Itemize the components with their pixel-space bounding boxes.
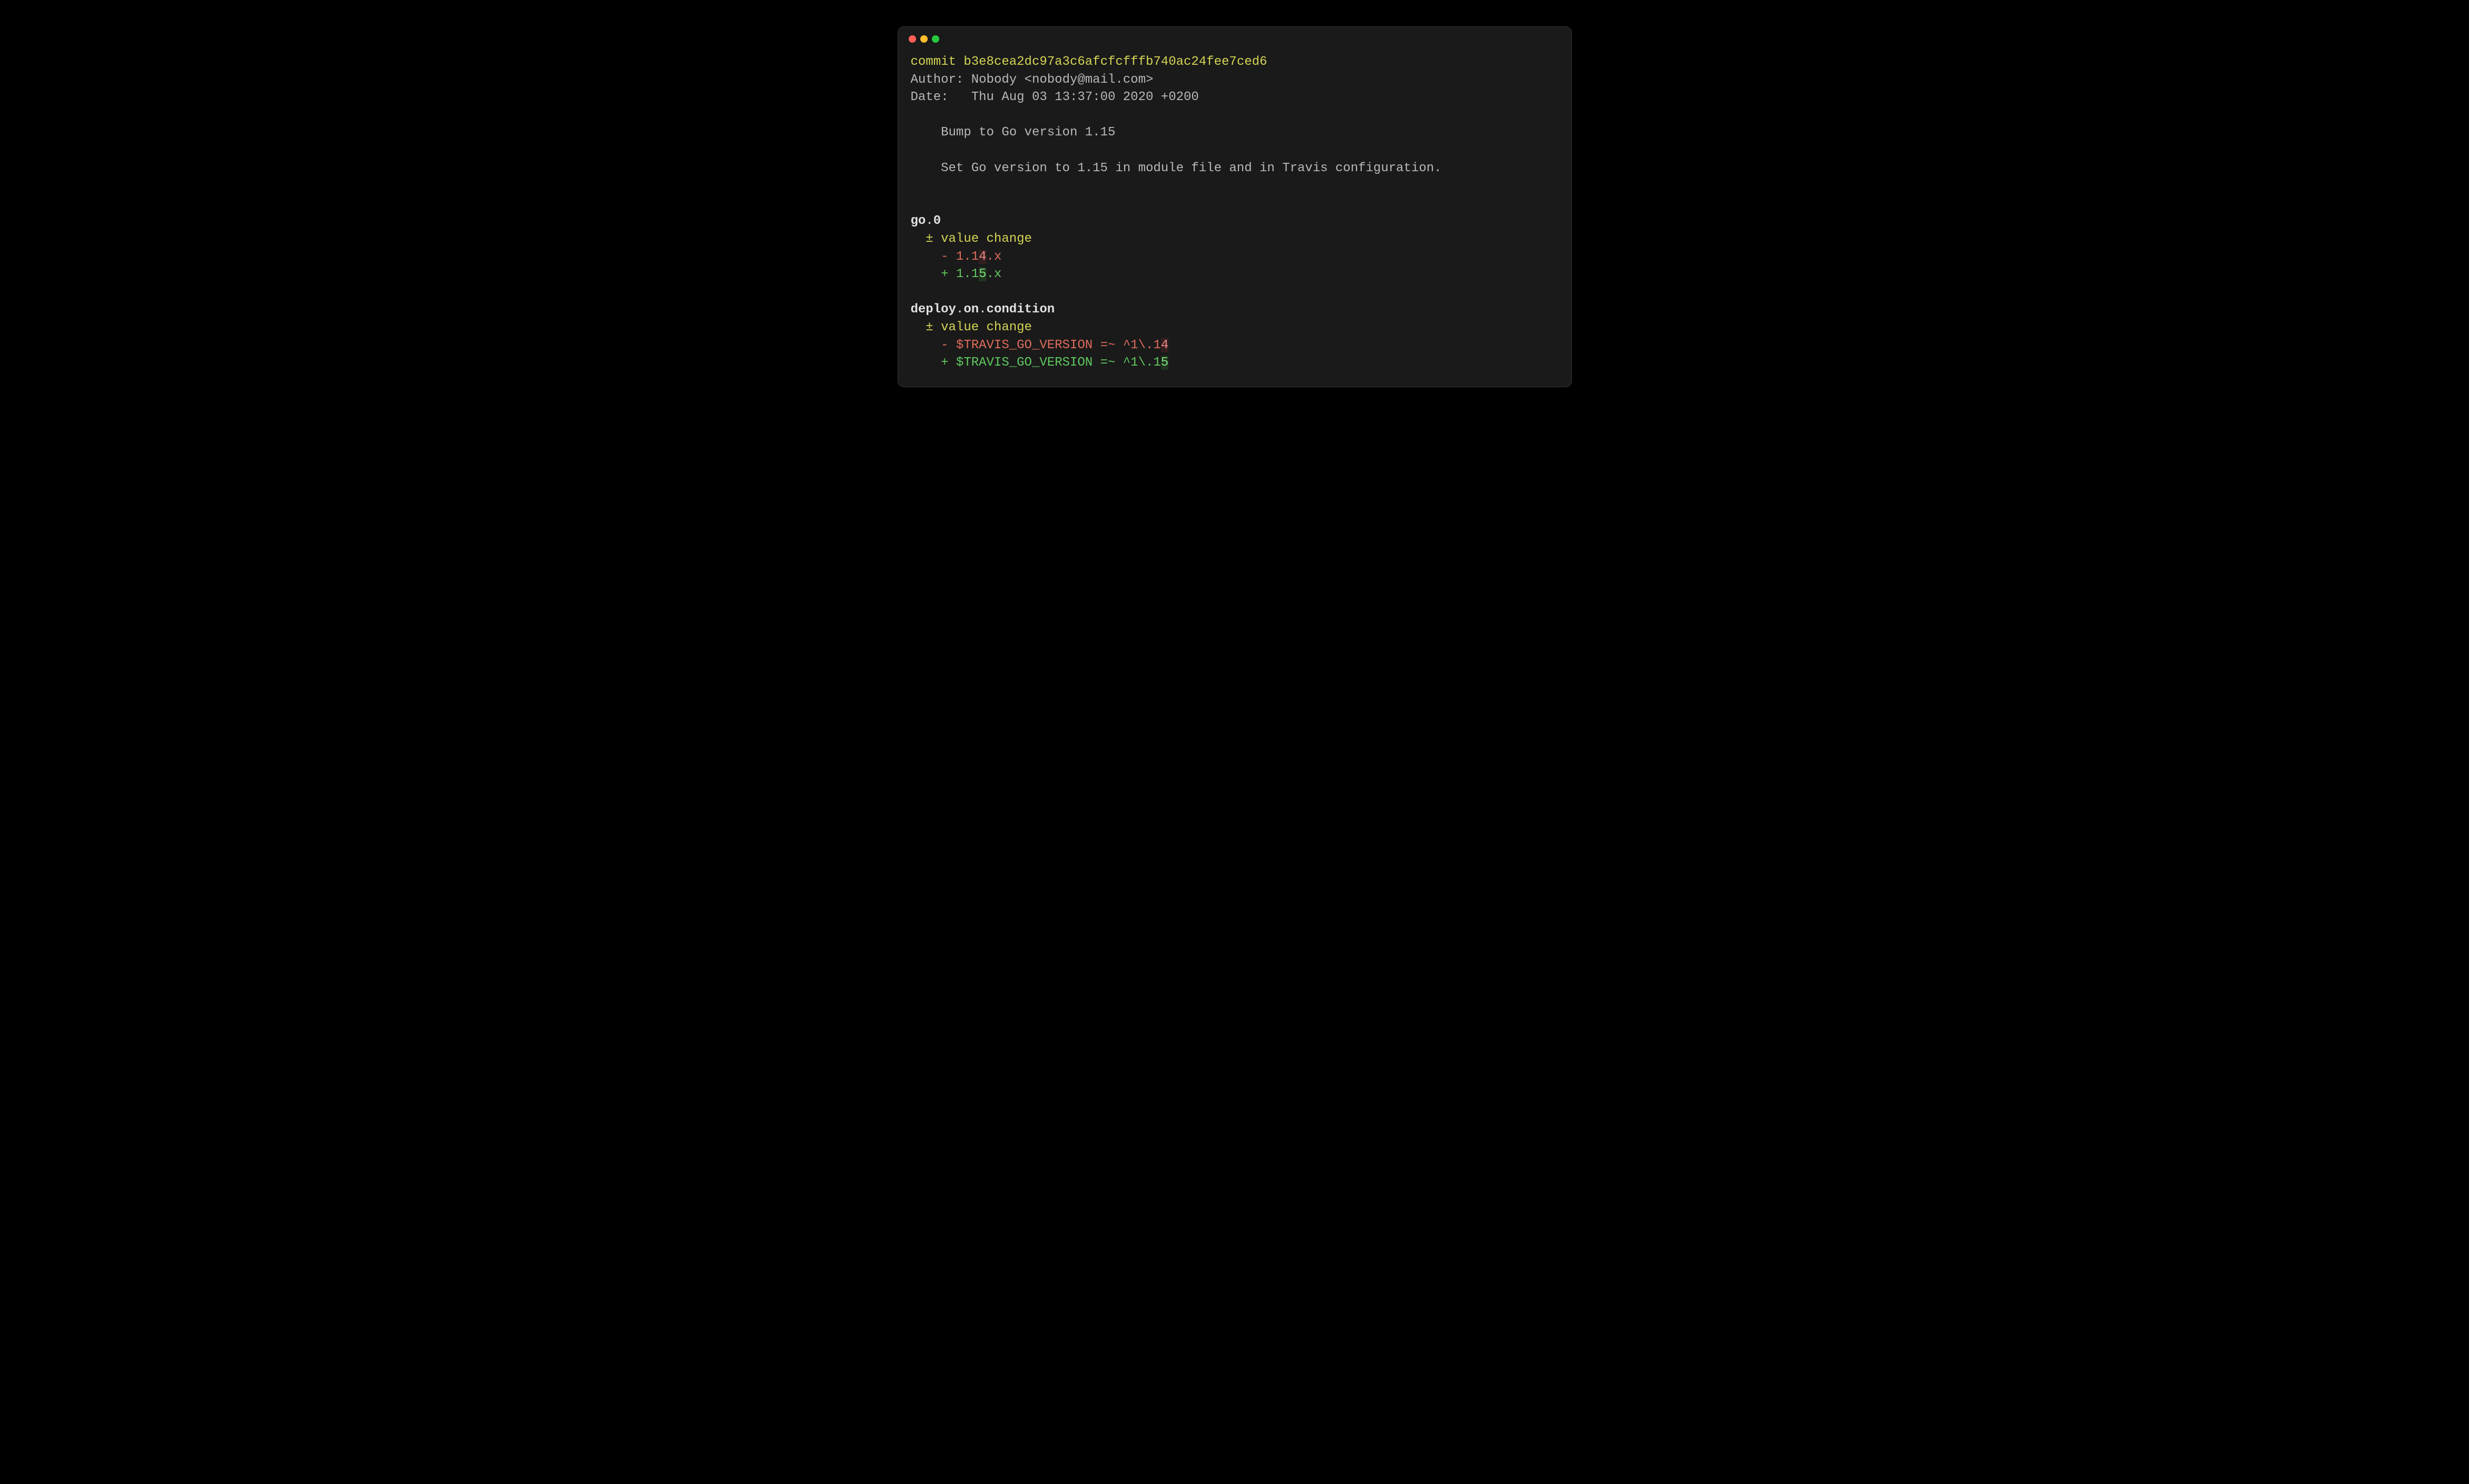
plus-icon: + <box>941 356 948 370</box>
blank-line <box>911 195 1559 213</box>
path-segment: go <box>911 214 926 228</box>
commit-label: commit <box>911 55 956 69</box>
change-marker: ± <box>926 320 933 335</box>
path-segment: 0 <box>933 214 941 228</box>
titlebar <box>898 27 1571 47</box>
blank-line <box>911 283 1559 301</box>
author-line: Author: Nobody <nobody@mail.com> <box>911 71 1559 89</box>
diff-added-suffix: .x <box>987 267 1002 281</box>
minus-icon: - <box>941 250 948 264</box>
terminal-content: commit b3e8cea2dc97a3c6afcfcfffb740ac24f… <box>898 47 1571 387</box>
change-type: ± value change <box>911 230 1559 248</box>
diff-added-line: + $TRAVIS_GO_VERSION =~ ^1\.15 <box>911 354 1559 372</box>
author-label: Author: <box>911 73 964 87</box>
path-segment: on <box>963 302 979 317</box>
diff-path: go.0 <box>911 212 1559 230</box>
diff-removed-line: - $TRAVIS_GO_VERSION =~ ^1\.14 <box>911 337 1559 355</box>
path-separator: . <box>979 302 986 317</box>
commit-body: Set Go version to 1.15 in module file an… <box>911 160 1559 178</box>
path-separator: . <box>956 302 963 317</box>
diff-removed-changed: 4 <box>979 250 986 264</box>
diff-added-prefix: $TRAVIS_GO_VERSION =~ ^1\.1 <box>956 356 1161 370</box>
change-marker: ± <box>926 232 933 246</box>
diff-added-prefix: 1.1 <box>956 267 979 281</box>
commit-hash-line: commit b3e8cea2dc97a3c6afcfcfffb740ac24f… <box>911 53 1559 71</box>
date-value: Thu Aug 03 13:37:00 2020 +0200 <box>971 90 1199 104</box>
author-value: Nobody <nobody@mail.com> <box>971 73 1154 87</box>
diff-added-changed: 5 <box>1161 356 1168 370</box>
commit-subject: Bump to Go version 1.15 <box>911 124 1559 142</box>
diff-added-line: + 1.15.x <box>911 266 1559 283</box>
close-icon[interactable] <box>909 35 916 43</box>
diff-removed-line: - 1.14.x <box>911 248 1559 266</box>
minimize-icon[interactable] <box>920 35 928 43</box>
change-label-text: value change <box>941 320 1032 335</box>
path-segment: deploy <box>911 302 956 317</box>
diff-removed-prefix: $TRAVIS_GO_VERSION =~ ^1\.1 <box>956 338 1161 352</box>
diff-removed-suffix: .x <box>987 250 1002 264</box>
diff-path: deploy.on.condition <box>911 301 1559 319</box>
diff-removed-prefix: 1.1 <box>956 250 979 264</box>
path-segment: condition <box>987 302 1055 317</box>
path-separator: . <box>926 214 933 228</box>
diff-added-changed: 5 <box>979 267 986 281</box>
blank-line <box>911 177 1559 195</box>
minus-icon: - <box>941 338 948 352</box>
blank-line <box>911 142 1559 160</box>
commit-hash: b3e8cea2dc97a3c6afcfcfffb740ac24fee7ced6 <box>963 55 1267 69</box>
terminal-window: commit b3e8cea2dc97a3c6afcfcfffb740ac24f… <box>898 26 1572 387</box>
plus-icon: + <box>941 267 948 281</box>
date-label: Date: <box>911 90 949 104</box>
change-type: ± value change <box>911 319 1559 337</box>
zoom-icon[interactable] <box>932 35 939 43</box>
date-line: Date: Thu Aug 03 13:37:00 2020 +0200 <box>911 89 1559 106</box>
diff-removed-changed: 4 <box>1161 338 1168 352</box>
blank-line <box>911 106 1559 124</box>
change-label-text: value change <box>941 232 1032 246</box>
